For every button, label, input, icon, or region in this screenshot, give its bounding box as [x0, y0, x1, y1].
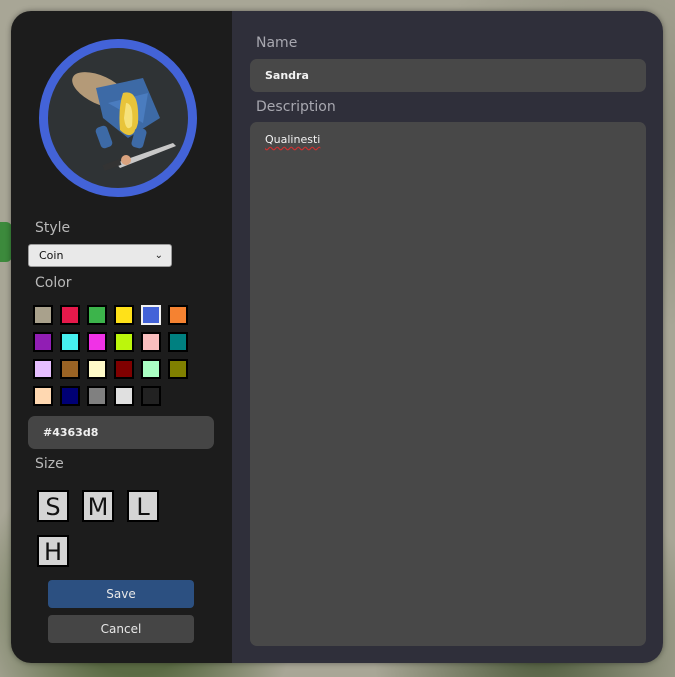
color-swatch[interactable] — [168, 305, 188, 325]
color-swatch[interactable] — [60, 386, 80, 406]
color-swatch[interactable] — [33, 386, 53, 406]
color-swatch[interactable] — [87, 305, 107, 325]
color-swatch[interactable] — [168, 359, 188, 379]
color-swatch[interactable] — [141, 359, 161, 379]
token-settings-panel: Style Coin ⌄ Color #4363d8 Size S M L H … — [11, 11, 232, 663]
warrior-token-image — [72, 72, 176, 171]
color-swatch[interactable] — [33, 305, 53, 325]
size-button-huge[interactable]: H — [37, 535, 69, 567]
color-swatch[interactable] — [114, 359, 134, 379]
color-swatch[interactable] — [114, 305, 134, 325]
cancel-button[interactable]: Cancel — [48, 615, 194, 643]
color-swatch[interactable] — [60, 332, 80, 352]
token-edit-dialog: Style Coin ⌄ Color #4363d8 Size S M L H … — [11, 11, 663, 663]
color-swatch[interactable] — [87, 386, 107, 406]
description-textarea[interactable]: Qualinesti — [250, 122, 646, 646]
size-button-small[interactable]: S — [37, 490, 69, 522]
chevron-down-icon: ⌄ — [154, 250, 163, 261]
token-details-panel: Name Sandra Description Qualinesti — [232, 11, 663, 663]
color-swatch[interactable] — [168, 332, 188, 352]
description-label: Description — [256, 99, 336, 115]
size-button-large[interactable]: L — [127, 490, 159, 522]
style-select[interactable]: Coin ⌄ — [28, 244, 172, 267]
token-avatar — [39, 39, 197, 197]
color-swatch[interactable] — [60, 359, 80, 379]
size-button-medium[interactable]: M — [82, 490, 114, 522]
color-swatch[interactable] — [114, 386, 134, 406]
color-swatch[interactable] — [87, 359, 107, 379]
name-label: Name — [256, 35, 298, 51]
color-swatch[interactable] — [141, 386, 161, 406]
color-swatch[interactable] — [33, 332, 53, 352]
color-swatch[interactable] — [60, 305, 80, 325]
hex-color-input[interactable]: #4363d8 — [28, 416, 214, 449]
color-swatch[interactable] — [141, 332, 161, 352]
style-select-value: Coin — [39, 249, 64, 262]
description-text: Qualinesti — [265, 133, 321, 146]
color-swatch-grid — [33, 305, 188, 406]
color-swatch[interactable] — [87, 332, 107, 352]
color-swatch[interactable] — [33, 359, 53, 379]
color-swatch[interactable] — [114, 332, 134, 352]
name-input[interactable]: Sandra — [250, 59, 646, 92]
color-label: Color — [35, 275, 72, 291]
save-button[interactable]: Save — [48, 580, 194, 608]
color-swatch[interactable] — [141, 305, 161, 325]
style-label: Style — [35, 220, 71, 236]
size-label: Size — [35, 456, 64, 472]
